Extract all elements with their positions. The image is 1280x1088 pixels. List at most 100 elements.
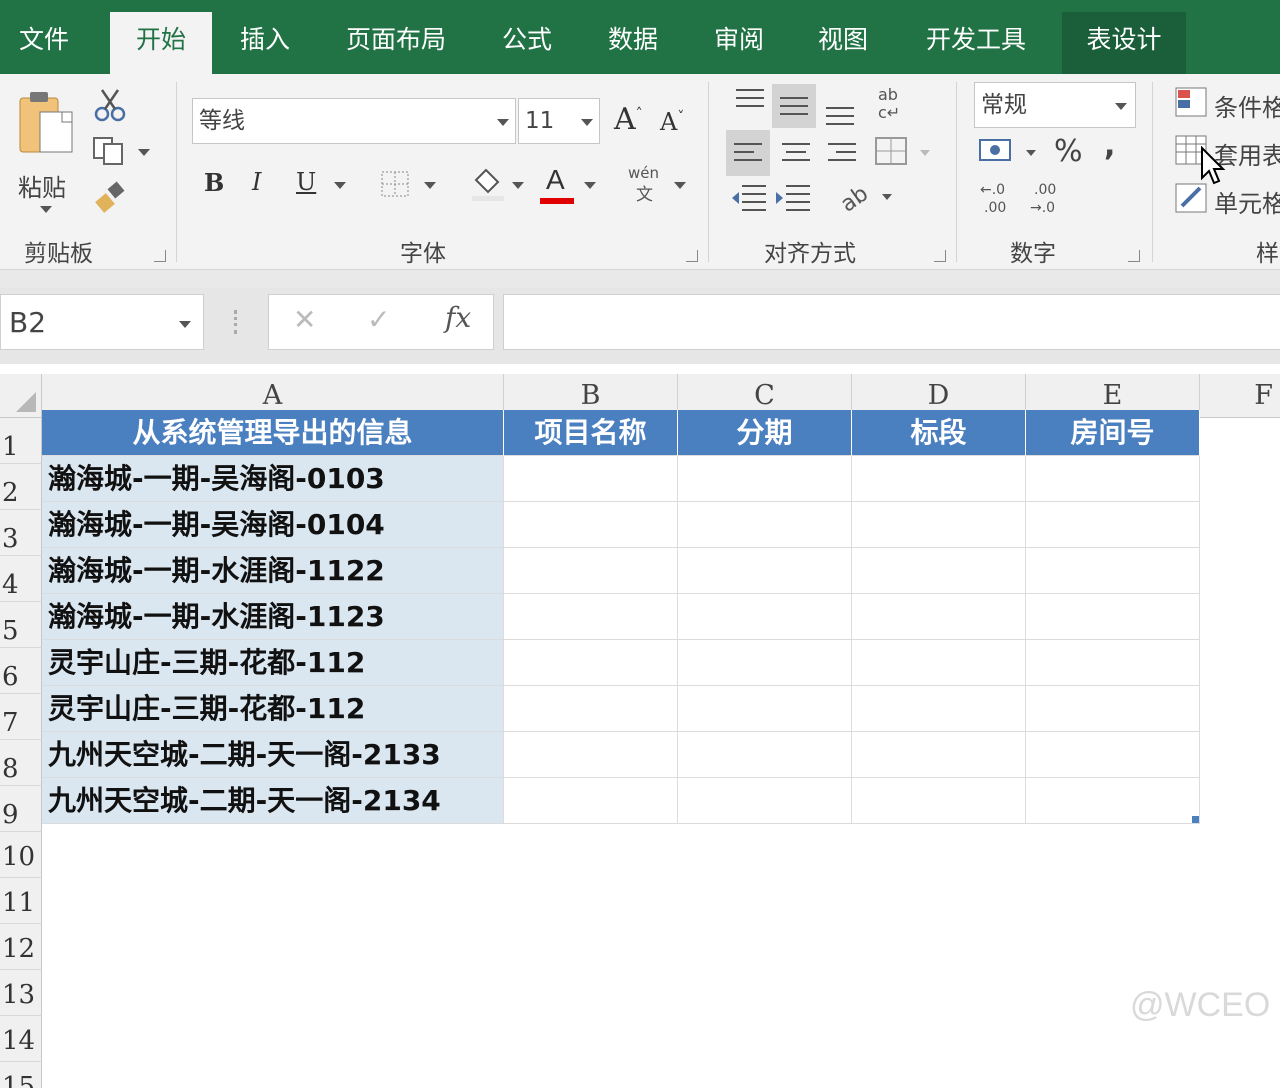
fill-color-icon[interactable]	[470, 164, 506, 202]
borders-dropdown-caret[interactable]	[424, 182, 436, 189]
formula-input[interactable]	[503, 294, 1280, 350]
comma-style-button[interactable]: ,	[1104, 128, 1115, 163]
font-size-combobox[interactable]: 11	[518, 98, 600, 144]
paste-dropdown-caret[interactable]	[40, 206, 52, 213]
bold-button[interactable]: B	[204, 168, 224, 197]
tab-view[interactable]: 视图	[800, 12, 886, 74]
fill-color-dropdown-caret[interactable]	[512, 182, 524, 189]
table-cell[interactable]: 九州天空城-二期-天一阁-2134	[42, 778, 504, 824]
table-header-cell[interactable]: 标段	[852, 410, 1026, 456]
tab-page-layout[interactable]: 页面布局	[330, 12, 462, 74]
row-header[interactable]: 7	[0, 694, 42, 740]
underline-dropdown-caret[interactable]	[334, 182, 346, 189]
orientation-icon[interactable]: ab	[840, 178, 900, 216]
tab-table-design[interactable]: 表设计	[1062, 12, 1186, 74]
percent-style-button[interactable]: %	[1054, 134, 1083, 169]
row-header[interactable]: 5	[0, 602, 42, 648]
row-header[interactable]: 3	[0, 510, 42, 556]
font-name-combobox[interactable]: 等线	[192, 98, 516, 144]
phonetic-dropdown-caret[interactable]	[674, 182, 686, 189]
cell-styles-label[interactable]: 单元格	[1214, 184, 1280, 219]
empty-table-cells[interactable]	[504, 456, 1200, 824]
copy-icon[interactable]	[92, 136, 128, 166]
table-header-cell[interactable]: 从系统管理导出的信息	[42, 410, 504, 456]
table-resize-handle[interactable]	[1192, 816, 1199, 823]
tab-formulas[interactable]: 公式	[484, 12, 570, 74]
chevron-down-icon	[497, 119, 509, 126]
paste-button[interactable]: 粘贴	[14, 84, 80, 214]
phonetic-guide-button[interactable]: wén 文	[628, 164, 668, 205]
excel-window: { "tabs": ["文件", "开始", "插入", "页面布局", "公式…	[0, 0, 1280, 1088]
cell-styles-icon[interactable]	[1174, 182, 1210, 216]
row-header[interactable]: 10	[0, 832, 42, 878]
vertical-align-icons[interactable]	[730, 84, 870, 130]
table-cell[interactable]: 瀚海城-一期-吴海阁-0104	[42, 502, 504, 548]
svg-text:.00: .00	[984, 200, 1006, 216]
font-color-dropdown-caret[interactable]	[584, 182, 596, 189]
svg-text:c↵: c↵	[878, 103, 900, 122]
font-color-button[interactable]: A	[540, 164, 574, 204]
conditional-format-icon[interactable]	[1174, 86, 1210, 120]
select-all-button[interactable]	[0, 374, 42, 418]
clipboard-launcher[interactable]	[154, 250, 166, 262]
alignment-launcher[interactable]	[934, 250, 946, 262]
name-box-value: B2	[9, 306, 47, 339]
insert-function-button[interactable]: fx	[445, 301, 471, 334]
table-header-cell[interactable]: 项目名称	[504, 410, 678, 456]
formula-bar-splitter[interactable]	[234, 310, 238, 334]
accounting-format-icon[interactable]	[978, 136, 1044, 170]
row-header[interactable]: 11	[0, 878, 42, 924]
number-format-value: 常规	[981, 92, 1027, 118]
table-cell[interactable]: 灵宇山庄-三期-花都-112	[42, 640, 504, 686]
number-launcher[interactable]	[1128, 250, 1140, 262]
cancel-formula-button[interactable]: ✕	[293, 303, 316, 336]
conditional-format-label[interactable]: 条件格	[1214, 88, 1280, 123]
decimal-icons[interactable]: ←.0 .00 .00 →.0	[980, 180, 1070, 216]
italic-button[interactable]: I	[252, 168, 261, 196]
table-cell[interactable]: 灵宇山庄-三期-花都-112	[42, 686, 504, 732]
font-color-letter: A	[546, 164, 565, 195]
tab-review[interactable]: 审阅	[696, 12, 782, 74]
borders-icon[interactable]	[380, 170, 410, 198]
row-header[interactable]: 9	[0, 786, 42, 832]
tab-data[interactable]: 数据	[590, 12, 676, 74]
table-header-cell[interactable]: 房间号	[1026, 410, 1200, 456]
row-header[interactable]: 4	[0, 556, 42, 602]
table-cell[interactable]: 九州天空城-二期-天一阁-2133	[42, 732, 504, 778]
alignment-group-label: 对齐方式	[764, 241, 856, 267]
underline-button[interactable]: U	[296, 168, 316, 196]
row-header[interactable]: 6	[0, 648, 42, 694]
name-box[interactable]: B2	[0, 294, 204, 350]
number-format-combobox[interactable]: 常规	[974, 82, 1136, 128]
row-header[interactable]: 8	[0, 740, 42, 786]
table-header-cell[interactable]: 分期	[678, 410, 852, 456]
format-painter-icon[interactable]	[94, 180, 128, 214]
copy-dropdown-caret[interactable]	[138, 149, 150, 156]
row-header[interactable]: 12	[0, 924, 42, 970]
font-launcher[interactable]	[686, 250, 698, 262]
cut-icon[interactable]	[94, 88, 126, 122]
tab-file[interactable]: 文件	[0, 12, 88, 74]
table-cell[interactable]: 瀚海城-一期-吴海阁-0103	[42, 456, 504, 502]
merge-center-icon[interactable]	[874, 134, 934, 170]
table-cell[interactable]: 瀚海城-一期-水涯阁-1123	[42, 594, 504, 640]
row-header[interactable]: 1	[0, 418, 42, 464]
column-header-F[interactable]: F	[1200, 374, 1280, 418]
horizontal-align-icons[interactable]	[726, 130, 866, 176]
svg-text:←.0: ←.0	[980, 182, 1005, 198]
row-header[interactable]: 2	[0, 464, 42, 510]
tab-home[interactable]: 开始	[110, 12, 212, 74]
tab-developer[interactable]: 开发工具	[908, 12, 1044, 74]
enter-formula-button[interactable]: ✓	[367, 303, 390, 336]
worksheet-grid: A B C D E F 1 2 3 4 5 6 7 8 9 10 11 12 1…	[0, 364, 1280, 1088]
tab-insert[interactable]: 插入	[222, 12, 308, 74]
wrap-text-icon[interactable]: ab c↵	[876, 84, 910, 124]
mouse-cursor-icon	[1201, 146, 1226, 185]
row-header[interactable]: 13	[0, 970, 42, 1016]
table-cell[interactable]: 瀚海城-一期-水涯阁-1122	[42, 548, 504, 594]
row-header[interactable]: 14	[0, 1016, 42, 1062]
indent-icons[interactable]	[730, 180, 820, 216]
increase-font-size-icon[interactable]: A˄	[614, 102, 643, 137]
row-header[interactable]: 15	[0, 1062, 42, 1088]
decrease-font-size-icon[interactable]: A˅	[660, 108, 684, 136]
